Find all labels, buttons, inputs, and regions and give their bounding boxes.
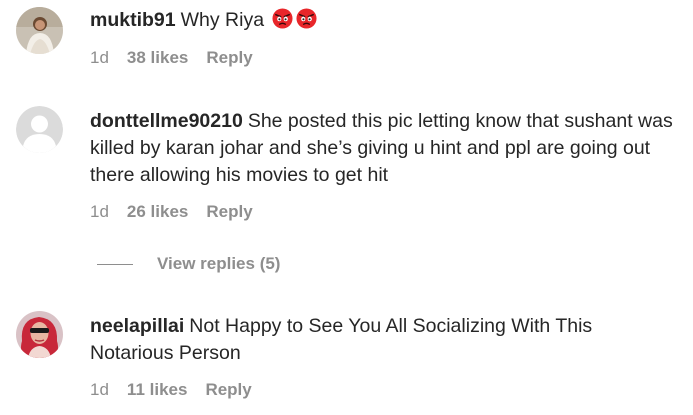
likes-count[interactable]: 11 likes	[127, 380, 188, 400]
comment-meta: 1d 38 likes Reply	[90, 48, 253, 68]
replies-divider-line	[97, 263, 133, 265]
avatar[interactable]	[16, 106, 63, 153]
view-replies-label: View replies (5)	[157, 254, 281, 273]
likes-count[interactable]: 38 likes	[127, 48, 188, 68]
comment-body: donttellme90210 She posted this pic letti…	[90, 108, 680, 189]
view-replies-button[interactable]: View replies (5)	[97, 254, 280, 274]
comment-meta: 1d 11 likes Reply	[90, 380, 252, 400]
comment-username[interactable]: donttellme90210	[90, 110, 243, 132]
reply-button[interactable]: Reply	[206, 202, 252, 222]
reply-button[interactable]: Reply	[206, 48, 252, 68]
reply-button[interactable]: Reply	[205, 380, 251, 400]
avatar[interactable]	[16, 7, 63, 54]
comment-meta: 1d 26 likes Reply	[90, 202, 253, 222]
comment-time: 1d	[90, 380, 109, 399]
comment-body: neelapillai Not Happy to See You All Soci…	[90, 313, 680, 367]
comment-body: muktib91 Why Riya	[90, 7, 680, 34]
comment-username[interactable]: neelapillai	[90, 315, 184, 337]
likes-count[interactable]: 26 likes	[127, 202, 188, 222]
comment-username[interactable]: muktib91	[90, 9, 176, 31]
comment-text: Why Riya	[180, 9, 265, 31]
comment-time: 1d	[90, 48, 109, 67]
avatar[interactable]	[16, 311, 63, 358]
angry-face-icon	[272, 8, 293, 29]
angry-face-icon	[296, 8, 317, 29]
comment-time: 1d	[90, 202, 109, 221]
